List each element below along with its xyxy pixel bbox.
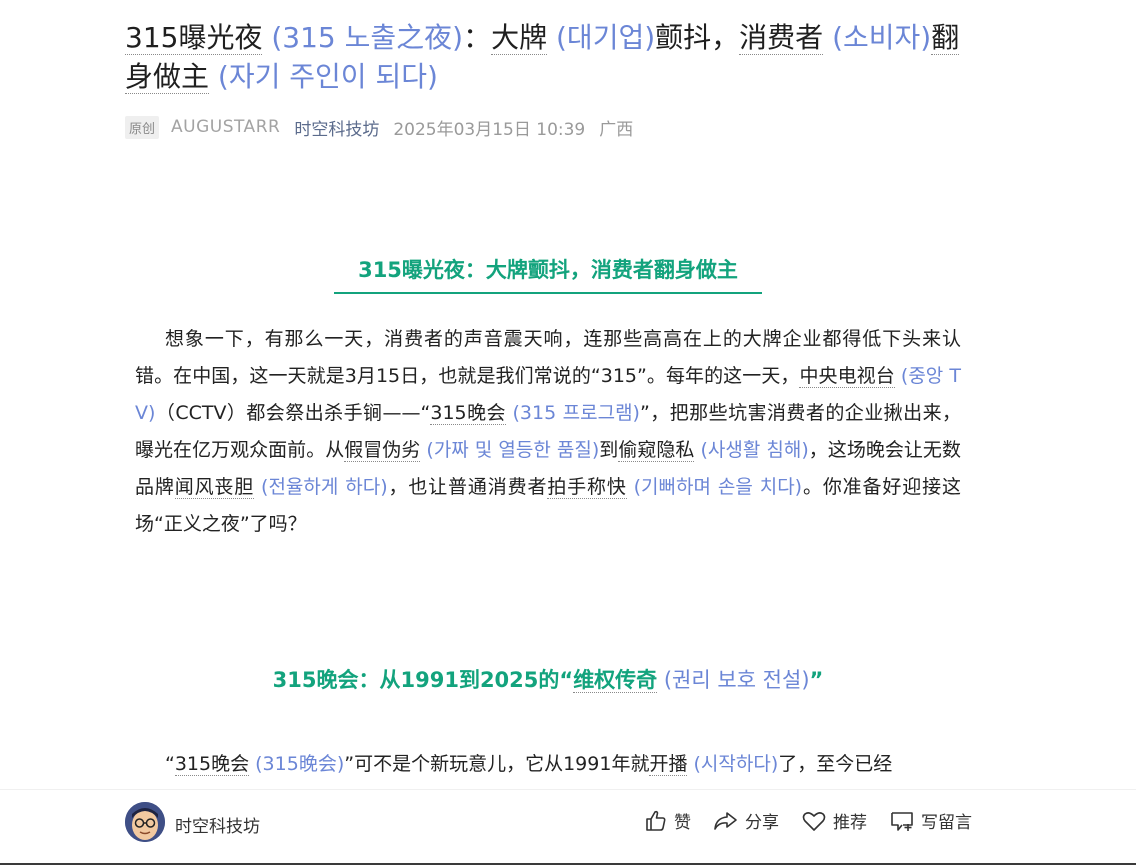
para-translation: (시작하다): [687, 753, 779, 775]
comment-label: 写留言: [921, 813, 972, 833]
title-text: ：: [463, 21, 492, 54]
para-keyword: 开播: [649, 753, 688, 776]
para-translation: (315晚会): [249, 753, 345, 775]
account-avatar[interactable]: [125, 802, 165, 842]
section-heading-text: ”: [809, 668, 824, 692]
title-text: 颤抖: [655, 21, 712, 54]
para-translation: (기뻐하며 손을 치다): [626, 476, 803, 498]
para-keyword: 假冒伪劣: [344, 439, 421, 462]
para-translation: (전율하게 하다): [254, 476, 388, 498]
title-keyword: 大牌: [491, 21, 548, 55]
recommend-label: 推荐: [833, 813, 867, 833]
paragraph-intro: 想象一下，有那么一天，消费者的声音震天响，连那些高高在上的大牌企业都得低下头来认…: [135, 321, 961, 543]
heart-icon: [802, 811, 826, 831]
para-text: ，也让普通消费者: [387, 476, 548, 498]
publish-time: 2025年03月15日 10:39: [393, 119, 586, 140]
bottom-account-name[interactable]: 时空科技坊: [175, 812, 260, 837]
para-translation: (가짜 및 열등한 품질): [420, 439, 600, 461]
para-keyword: 偷窥隐私: [618, 439, 695, 462]
bottom-action-bar: 时空科技坊 赞 分享 推荐 写留言: [0, 790, 1136, 862]
original-badge: 原创: [125, 115, 160, 139]
share-label: 分享: [745, 813, 779, 833]
para-text: ”可不是个新玩意儿，它从1991年就: [344, 753, 650, 775]
section-heading-translation: (권리 보호 전설): [657, 668, 810, 692]
avatar-face-icon: [125, 802, 165, 842]
like-button[interactable]: 赞: [644, 808, 691, 833]
account-link[interactable]: 时空科技坊: [294, 115, 379, 140]
para-translation: (사생활 침해): [694, 439, 809, 461]
para-translation: (315 프로그램): [505, 402, 640, 424]
title-text: ，: [711, 21, 740, 54]
para-text: 了，至今已经: [778, 753, 893, 775]
title-keyword: 消费者: [739, 21, 824, 55]
comment-icon: [891, 811, 913, 831]
para-keyword: 中央电视台: [799, 365, 895, 388]
para-keyword: 闻风丧胆: [174, 476, 255, 499]
title-translation: (자기 주인이 되다): [209, 60, 438, 93]
paragraph-history: “315晚会 (315晚会)”可不是个新玩意儿，它从1991年就开播 (시작하다…: [135, 746, 961, 783]
para-text: （CCTV）都会祭出杀手锏——“: [155, 402, 431, 424]
section-heading-keyword: 维权传奇: [573, 668, 658, 693]
para-keyword: 315晚会: [430, 402, 506, 425]
article-meta: 原创 AUGUSTARR 时空科技坊 2025年03月15日 10:39 广西: [125, 114, 633, 140]
section-heading-1: 315曝光夜：大牌颤抖，消费者翻身做主: [0, 254, 1096, 294]
comment-button[interactable]: 写留言: [889, 808, 972, 833]
like-label: 赞: [674, 813, 691, 833]
recommend-button[interactable]: 推荐: [801, 808, 867, 833]
para-text: 到: [599, 439, 619, 461]
publish-location: 广西: [599, 119, 634, 140]
article-title: 315曝光夜 (315 노출之夜)：大牌 (대기업)颤抖，消费者 (소비자)翻身…: [125, 18, 975, 96]
title-translation: (소비자): [823, 21, 932, 54]
title-translation: (315 노출之夜): [262, 21, 464, 54]
section-heading-text: 315晚会：从1991到2025的“: [272, 668, 574, 692]
action-group: 赞 分享 推荐 写留言: [644, 808, 972, 833]
article-page: 315曝光夜 (315 노출之夜)：大牌 (대기업)颤抖，消费者 (소비자)翻身…: [0, 0, 1136, 865]
para-keyword: 拍手称快: [547, 476, 627, 499]
section-heading-2: 315晚会：从1991到2025的“维权传奇 (권리 보호 전설)”: [0, 664, 1096, 694]
thumbs-up-icon: [646, 810, 666, 831]
para-keyword: 315晚会: [174, 753, 250, 776]
section-heading-label: 315曝光夜：大牌颤抖，消费者翻身做主: [334, 254, 762, 294]
share-button[interactable]: 分享: [713, 808, 779, 833]
title-keyword: 315曝光夜: [125, 21, 263, 55]
author-name: AUGUSTARR: [171, 117, 281, 137]
title-translation: (대기업): [547, 21, 656, 54]
para-text: “: [165, 753, 175, 775]
share-icon: [714, 811, 737, 830]
